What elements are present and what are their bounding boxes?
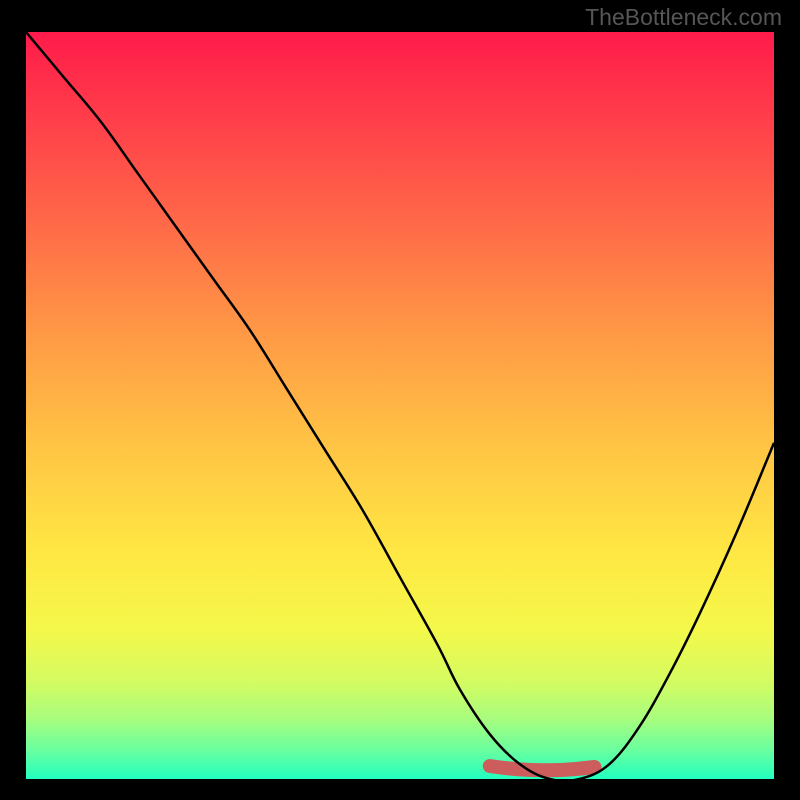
curve-layer [26, 32, 774, 779]
bottleneck-curve [26, 32, 774, 779]
chart-frame: TheBottleneck.com [0, 0, 800, 800]
optimal-range-marker [490, 766, 595, 770]
attribution-text: TheBottleneck.com [585, 4, 782, 31]
plot-area [26, 32, 774, 779]
